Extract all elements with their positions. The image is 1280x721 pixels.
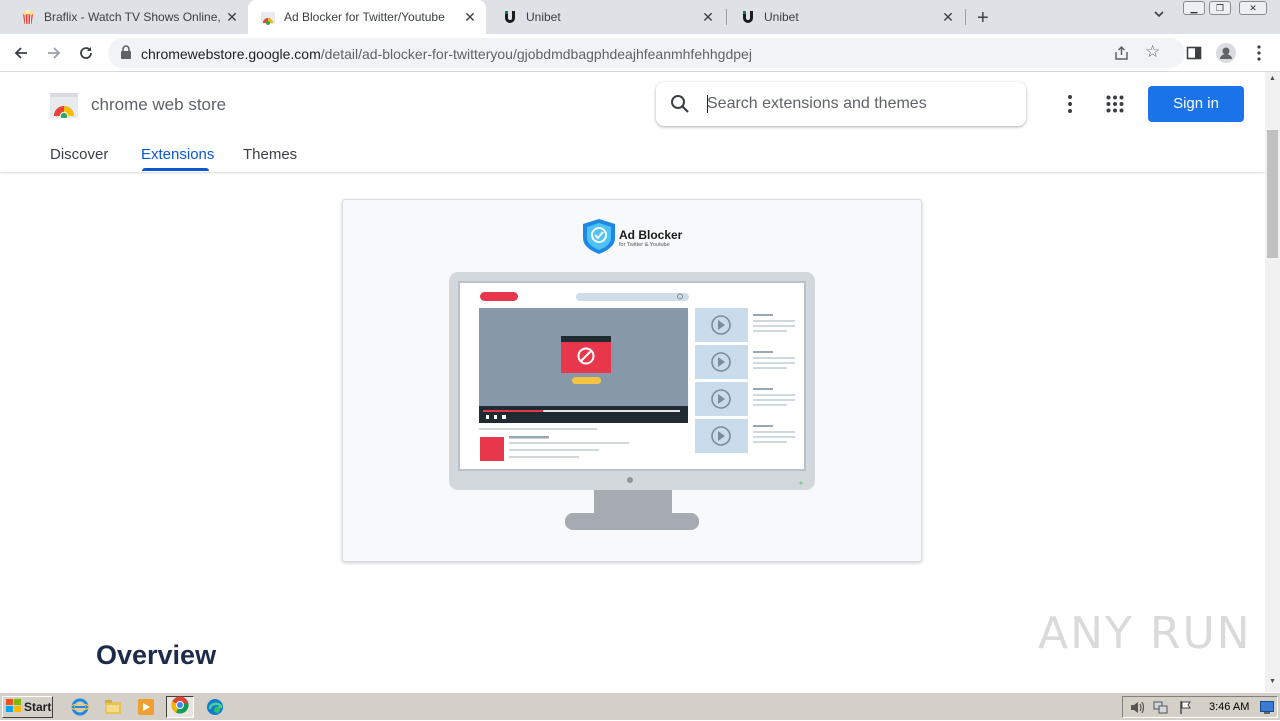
start-label: Start bbox=[24, 700, 52, 714]
close-tab-icon[interactable]: ✕ bbox=[940, 9, 956, 26]
anyrun-watermark: ANY RUN bbox=[1038, 608, 1252, 659]
tab-strip: Braflix - Watch TV Shows Online, Wa ✕ Ad… bbox=[0, 0, 1280, 34]
action-center-flag-icon[interactable] bbox=[1179, 700, 1193, 720]
network-icon[interactable] bbox=[1153, 700, 1169, 720]
page-scrollbar[interactable]: ▲ ▼ bbox=[1265, 72, 1280, 692]
chrome-taskbar-button[interactable] bbox=[166, 696, 194, 718]
text-caret bbox=[707, 95, 708, 113]
url-text: chromewebstore.google.com/detail/ad-bloc… bbox=[141, 46, 752, 62]
show-desktop-icon[interactable] bbox=[1260, 701, 1274, 719]
tab-title: Unibet bbox=[764, 10, 799, 24]
promo-title: Ad Blocker bbox=[619, 228, 683, 242]
extension-screenshot-card[interactable]: Ad Blocker for Twitter & Youtube bbox=[342, 199, 922, 562]
system-clock[interactable]: 3:46 AM bbox=[1209, 701, 1249, 713]
windows-taskbar: Start 3:46 AM bbox=[0, 692, 1280, 720]
tab-title: Braflix - Watch TV Shows Online, Wa bbox=[44, 10, 224, 24]
scroll-up-arrow-icon[interactable]: ▲ bbox=[1269, 75, 1276, 82]
unibet-icon bbox=[502, 9, 518, 25]
profile-avatar-icon[interactable] bbox=[1215, 42, 1237, 64]
side-panel-icon[interactable] bbox=[1183, 42, 1205, 64]
close-tab-icon[interactable]: ✕ bbox=[700, 9, 716, 26]
internet-explorer-icon[interactable] bbox=[70, 698, 90, 716]
promo-illustration: Ad Blocker for Twitter & Youtube bbox=[449, 219, 815, 530]
sign-in-button[interactable]: Sign in bbox=[1148, 86, 1244, 122]
tab-extensions[interactable]: Extensions bbox=[141, 146, 214, 163]
popcorn-icon bbox=[20, 9, 36, 25]
monitor-illustration bbox=[449, 272, 815, 530]
bookmark-star-icon[interactable]: ☆ bbox=[1145, 42, 1160, 62]
media-player-icon[interactable] bbox=[137, 698, 155, 716]
tab-separator bbox=[965, 9, 966, 25]
forward-icon[interactable] bbox=[43, 42, 65, 64]
chrome-web-store-icon bbox=[260, 9, 276, 25]
volume-icon[interactable] bbox=[1129, 700, 1145, 720]
promo-subtitle: for Twitter & Youtube bbox=[619, 242, 670, 248]
overview-heading: Overview bbox=[96, 640, 217, 670]
system-tray: 3:46 AM bbox=[1122, 696, 1278, 718]
url-domain: chromewebstore.google.com bbox=[141, 46, 321, 62]
new-tab-icon[interactable]: + bbox=[977, 7, 989, 30]
unibet-icon bbox=[740, 9, 756, 25]
url-path: /detail/ad-blocker-for-twitteryou/gjobdm… bbox=[320, 46, 752, 62]
tab-title: Unibet bbox=[526, 10, 561, 24]
browser-toolbar: chromewebstore.google.com/detail/ad-bloc… bbox=[0, 34, 1280, 72]
scroll-down-arrow-icon[interactable]: ▼ bbox=[1269, 678, 1276, 685]
share-icon[interactable] bbox=[1113, 44, 1130, 66]
tab-themes[interactable]: Themes bbox=[243, 146, 297, 163]
edge-icon[interactable] bbox=[206, 698, 224, 716]
close-tab-icon[interactable]: ✕ bbox=[224, 9, 240, 26]
store-header: chrome web store Sign in Discover Extens… bbox=[0, 72, 1265, 172]
start-button[interactable]: Start bbox=[2, 696, 53, 718]
tab-separator bbox=[726, 9, 727, 25]
google-apps-icon[interactable] bbox=[1106, 95, 1124, 118]
search-box[interactable] bbox=[656, 82, 1026, 126]
minimize-icon[interactable]: ▁ bbox=[1183, 1, 1205, 15]
lock-icon[interactable] bbox=[120, 45, 132, 64]
tab-title: Ad Blocker for Twitter/Youtube bbox=[284, 10, 445, 24]
chevron-down-icon[interactable] bbox=[1153, 8, 1165, 23]
ad-blocker-shield-icon bbox=[583, 219, 615, 254]
reload-icon[interactable] bbox=[75, 42, 97, 64]
store-brand-name[interactable]: chrome web store bbox=[91, 95, 226, 115]
tab-braflix[interactable]: Braflix - Watch TV Shows Online, Wa ✕ bbox=[16, 0, 246, 34]
back-icon[interactable] bbox=[10, 42, 32, 64]
chrome-web-store-logo[interactable] bbox=[50, 90, 78, 121]
active-tab-indicator bbox=[142, 168, 209, 171]
tab-discover[interactable]: Discover bbox=[50, 146, 108, 163]
address-bar[interactable]: chromewebstore.google.com/detail/ad-bloc… bbox=[108, 38, 1185, 68]
browser-menu-icon[interactable] bbox=[1248, 42, 1270, 64]
close-tab-icon[interactable]: ✕ bbox=[462, 9, 478, 26]
tab-unibet-1[interactable]: Unibet ✕ bbox=[498, 0, 722, 34]
search-input[interactable] bbox=[707, 92, 1007, 116]
scrollbar-thumb[interactable] bbox=[1267, 130, 1278, 258]
tab-unibet-2[interactable]: Unibet ✕ bbox=[736, 0, 962, 34]
restore-icon[interactable]: ❐ bbox=[1209, 1, 1231, 15]
chrome-icon bbox=[171, 696, 189, 719]
more-options-icon[interactable] bbox=[1063, 94, 1077, 119]
tab-ad-blocker[interactable]: Ad Blocker for Twitter/Youtube ✕ bbox=[248, 0, 486, 34]
search-icon[interactable] bbox=[670, 94, 690, 119]
close-window-icon[interactable]: ✕ bbox=[1239, 1, 1267, 15]
file-explorer-icon[interactable] bbox=[104, 698, 122, 716]
windows-logo-icon bbox=[6, 698, 22, 716]
